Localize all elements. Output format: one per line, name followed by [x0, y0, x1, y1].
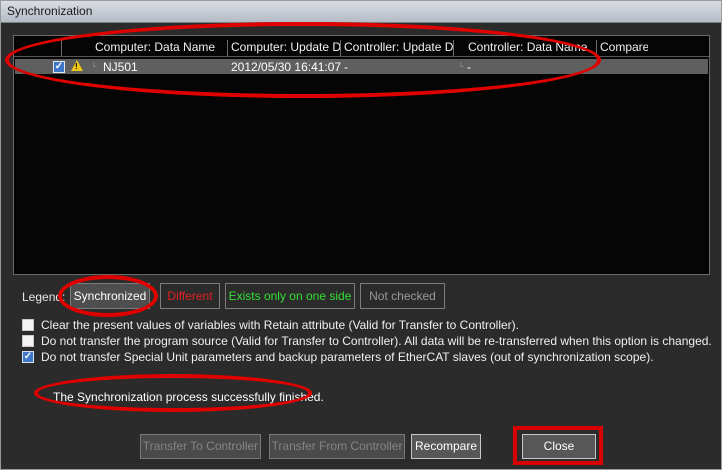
comparison-table[interactable]: Computer: Data Name Computer: Update Da … — [13, 35, 710, 275]
transfer-from-controller-button[interactable]: Transfer From Controller — [269, 434, 405, 459]
synchronization-window: Synchronization Computer: Data Name Comp… — [0, 0, 722, 470]
status-message: The Synchronization process successfully… — [53, 390, 324, 404]
computer-data-name-cell: NJ501 — [103, 60, 138, 74]
row-checkbox[interactable]: ✓ — [53, 61, 65, 73]
option-no-program-source-checkbox[interactable] — [22, 335, 34, 347]
legend-synchronized: Synchronized — [70, 283, 150, 309]
table-row[interactable]: ✓ ! └ NJ501 2012/05/30 16:41:07 - └ - — [15, 59, 708, 74]
header-divider — [14, 56, 709, 57]
option-clear-retain-label: Clear the present values of variables wi… — [41, 318, 519, 332]
option-no-program-source-label: Do not transfer the program source (Vali… — [41, 334, 712, 348]
close-button[interactable]: Close — [522, 434, 596, 459]
recompare-button[interactable]: Recompare — [411, 434, 481, 459]
controller-update-cell: - — [344, 60, 348, 74]
column-header-compare[interactable]: Compare — [596, 40, 648, 56]
tree-connector-icon: └ — [458, 62, 464, 71]
option-no-special-unit-label: Do not transfer Special Unit parameters … — [41, 350, 654, 364]
column-header-computer-update[interactable]: Computer: Update Da — [227, 40, 340, 56]
column-header-controller-update[interactable]: Controller: Update Da — [340, 40, 453, 56]
warning-icon: ! — [71, 60, 83, 71]
column-header-status[interactable] — [61, 40, 75, 56]
option-no-special-unit-checkbox[interactable]: ✓ — [22, 351, 34, 363]
title-bar[interactable]: Synchronization — [1, 1, 721, 23]
option-clear-retain-checkbox[interactable] — [22, 319, 34, 331]
column-header-controller-data-name[interactable]: Controller: Data Name — [453, 40, 596, 56]
window-title: Synchronization — [7, 4, 93, 18]
column-header-computer-data-name[interactable]: Computer: Data Name — [92, 40, 227, 56]
legend-label: Legend: — [22, 290, 66, 304]
tree-connector-icon: └ — [91, 62, 97, 71]
transfer-to-controller-button[interactable]: Transfer To Controller — [140, 434, 261, 459]
computer-update-cell: 2012/05/30 16:41:07 — [231, 60, 342, 74]
legend-different: Different — [160, 283, 220, 309]
legend-one-side: Exists only on one side — [225, 283, 355, 309]
controller-data-name-cell: - — [467, 60, 471, 74]
legend-not-checked: Not checked — [360, 283, 445, 309]
